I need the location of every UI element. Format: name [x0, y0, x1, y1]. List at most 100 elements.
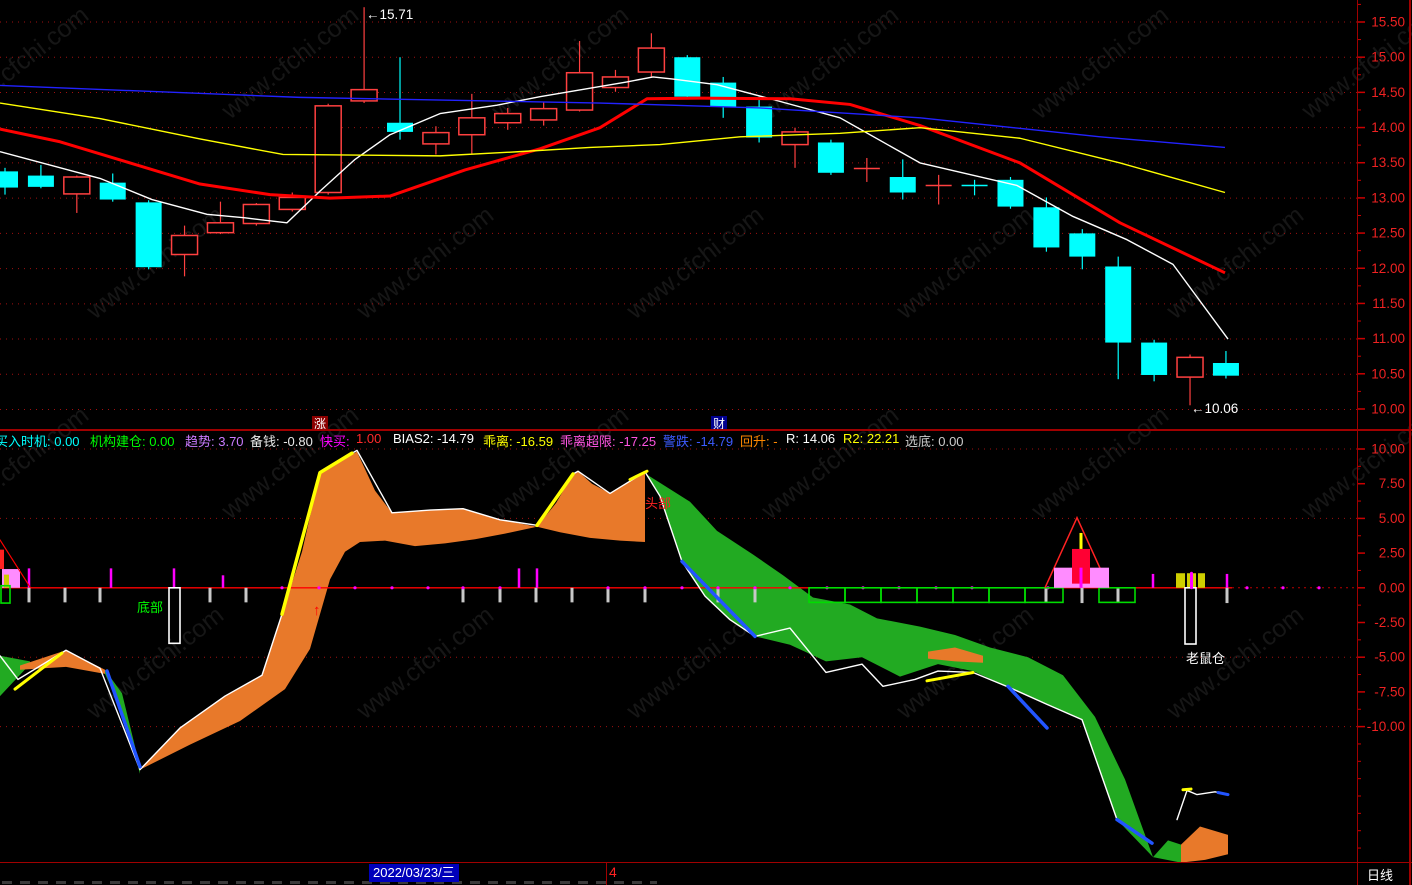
- trend-ribbon-segment: [646, 473, 1153, 858]
- zero-dot: [1281, 586, 1285, 590]
- zero-dot: [498, 586, 502, 590]
- candle-body-down: [674, 57, 701, 97]
- candle-body-down: [817, 142, 844, 173]
- indicator-reading: 买入时机: 0.00: [0, 434, 80, 449]
- indicator-text-label: 老鼠仓: [1186, 651, 1225, 666]
- axis-label: 14.00: [1371, 120, 1405, 135]
- axis-label: 12.50: [1371, 226, 1405, 241]
- candle-body-up: [493, 112, 522, 124]
- signal-box-green: [916, 586, 954, 604]
- candle-body-down: [0, 171, 18, 188]
- indicator-reading: 快买:: [320, 434, 350, 449]
- trend-ribbon-segment: [1181, 826, 1228, 862]
- candle-body-up: [63, 176, 91, 195]
- indicator-bar: [1198, 573, 1205, 588]
- axis-label: 11.00: [1372, 331, 1405, 346]
- watermark-text: www.cfchi.com: [891, 201, 1039, 325]
- axis-label: 5.00: [1379, 511, 1405, 526]
- candle-body-up: [278, 196, 307, 211]
- candle-body-up: [206, 222, 235, 234]
- watermark-text: www.cfchi.com: [1026, 1, 1174, 125]
- zero-dot: [461, 586, 465, 590]
- indicator-reading: R2: 22.21: [843, 431, 900, 446]
- axis-label: 12.00: [1371, 261, 1405, 276]
- indicator-text-label: 底部: [137, 600, 163, 615]
- watermark-text: www.cfchi.com: [0, 401, 94, 525]
- month-separator-line: [606, 863, 607, 885]
- axis-label: 11.50: [1372, 296, 1405, 311]
- bottom-bar-separator: [0, 862, 1412, 863]
- indicator-reading: 选底: 0.00: [905, 434, 964, 449]
- indicator-reading: 乖离超限: -17.25: [560, 434, 657, 449]
- axis-label: 0.00: [1379, 580, 1405, 595]
- axis-label: 14.50: [1371, 85, 1405, 100]
- axis-label: 7.50: [1379, 476, 1405, 491]
- candle-body-down: [1105, 266, 1132, 343]
- axis-label: -7.50: [1374, 684, 1405, 699]
- watermark-text: www.cfchi.com: [1296, 401, 1412, 525]
- candle-body-up: [1176, 356, 1204, 378]
- signal-box-green: [880, 586, 918, 604]
- indicator-reading: 趋势: 3.70: [185, 434, 244, 449]
- zero-dot: [788, 586, 792, 590]
- signal-box-green: [1024, 586, 1064, 604]
- indicator-bar: [1079, 532, 1083, 549]
- period-label[interactable]: 日线: [1367, 865, 1393, 884]
- candle-body-up: [314, 105, 342, 194]
- axis-label: 10.00: [1371, 442, 1405, 457]
- candle-body-up: [422, 131, 450, 145]
- watermark-text: www.cfchi.com: [1161, 201, 1309, 325]
- axis-label: 15.00: [1371, 50, 1405, 65]
- zero-dot: [317, 586, 321, 590]
- time-axis-dashes: [2, 881, 657, 884]
- watermark-text: www.cfchi.com: [486, 1, 634, 125]
- zero-dot: [390, 586, 394, 590]
- candle-body-down: [1141, 342, 1168, 375]
- watermark-text: www.cfchi.com: [0, 1, 94, 125]
- watermark-text: www.cfchi.com: [756, 1, 904, 125]
- axis-label: 13.00: [1371, 190, 1405, 205]
- watermark-text: www.cfchi.com: [1026, 401, 1174, 525]
- signal-box-green: [988, 586, 1026, 604]
- zero-dot: [753, 586, 757, 590]
- zero-dot: [680, 586, 684, 590]
- indicator-text-label: 头部: [645, 496, 671, 511]
- indicator-reading: 回升: -: [740, 434, 778, 449]
- axis-border-line: [1357, 0, 1358, 885]
- price-annotation: ←10.06: [1191, 401, 1238, 416]
- axis-label: -5.00: [1374, 650, 1405, 665]
- indicator-reading: BIAS2: -14.79: [393, 431, 474, 446]
- zero-dot: [643, 586, 647, 590]
- selected-date-chip[interactable]: 2022/03/23/三: [369, 864, 459, 882]
- time-axis-bar[interactable]: 2022/03/23/三 4 日线: [0, 863, 1412, 885]
- axis-label: -2.50: [1374, 615, 1405, 630]
- candlestick-series: [0, 7, 1239, 406]
- zero-dot: [280, 586, 284, 590]
- signal-box-green: [952, 586, 990, 604]
- indicator-reading: R: 14.06: [786, 431, 836, 446]
- zero-dot: [1245, 586, 1249, 590]
- candle-body-up: [529, 107, 558, 121]
- watermark-text: www.cfchi.com: [351, 201, 499, 325]
- candle-body-down: [99, 182, 126, 200]
- indicator-bar: [1176, 573, 1185, 588]
- indicator-reading: 乖离: -16.59: [483, 434, 554, 449]
- axis-label: 10.50: [1371, 366, 1405, 381]
- axis-label: 10.00: [1371, 401, 1405, 416]
- indicator-panel: 底部 头部老鼠仓 ↑: [0, 448, 1357, 862]
- candle-body-down: [1069, 233, 1096, 257]
- axis-label: 2.50: [1379, 546, 1405, 561]
- indicator-reading: 1.00: [356, 431, 382, 446]
- watermark-text: www.cfchi.com: [1161, 601, 1309, 725]
- hollow-signal-box: [1184, 586, 1197, 645]
- watermark-text: www.cfchi.com: [81, 601, 229, 725]
- candle-body-down: [135, 202, 162, 268]
- candle-body-down: [1212, 363, 1239, 376]
- zero-dot: [716, 586, 720, 590]
- candle-body-up: [637, 47, 666, 73]
- price-annotation: ←15.71: [366, 7, 413, 22]
- watermark-text: www.cfchi.com: [756, 401, 904, 525]
- candle-body-down: [27, 175, 54, 187]
- indicator-bar: [1079, 567, 1083, 588]
- stock-chart-app: www.cfchi.com www.cfchi.com www.cfchi.com w…: [0, 0, 1412, 885]
